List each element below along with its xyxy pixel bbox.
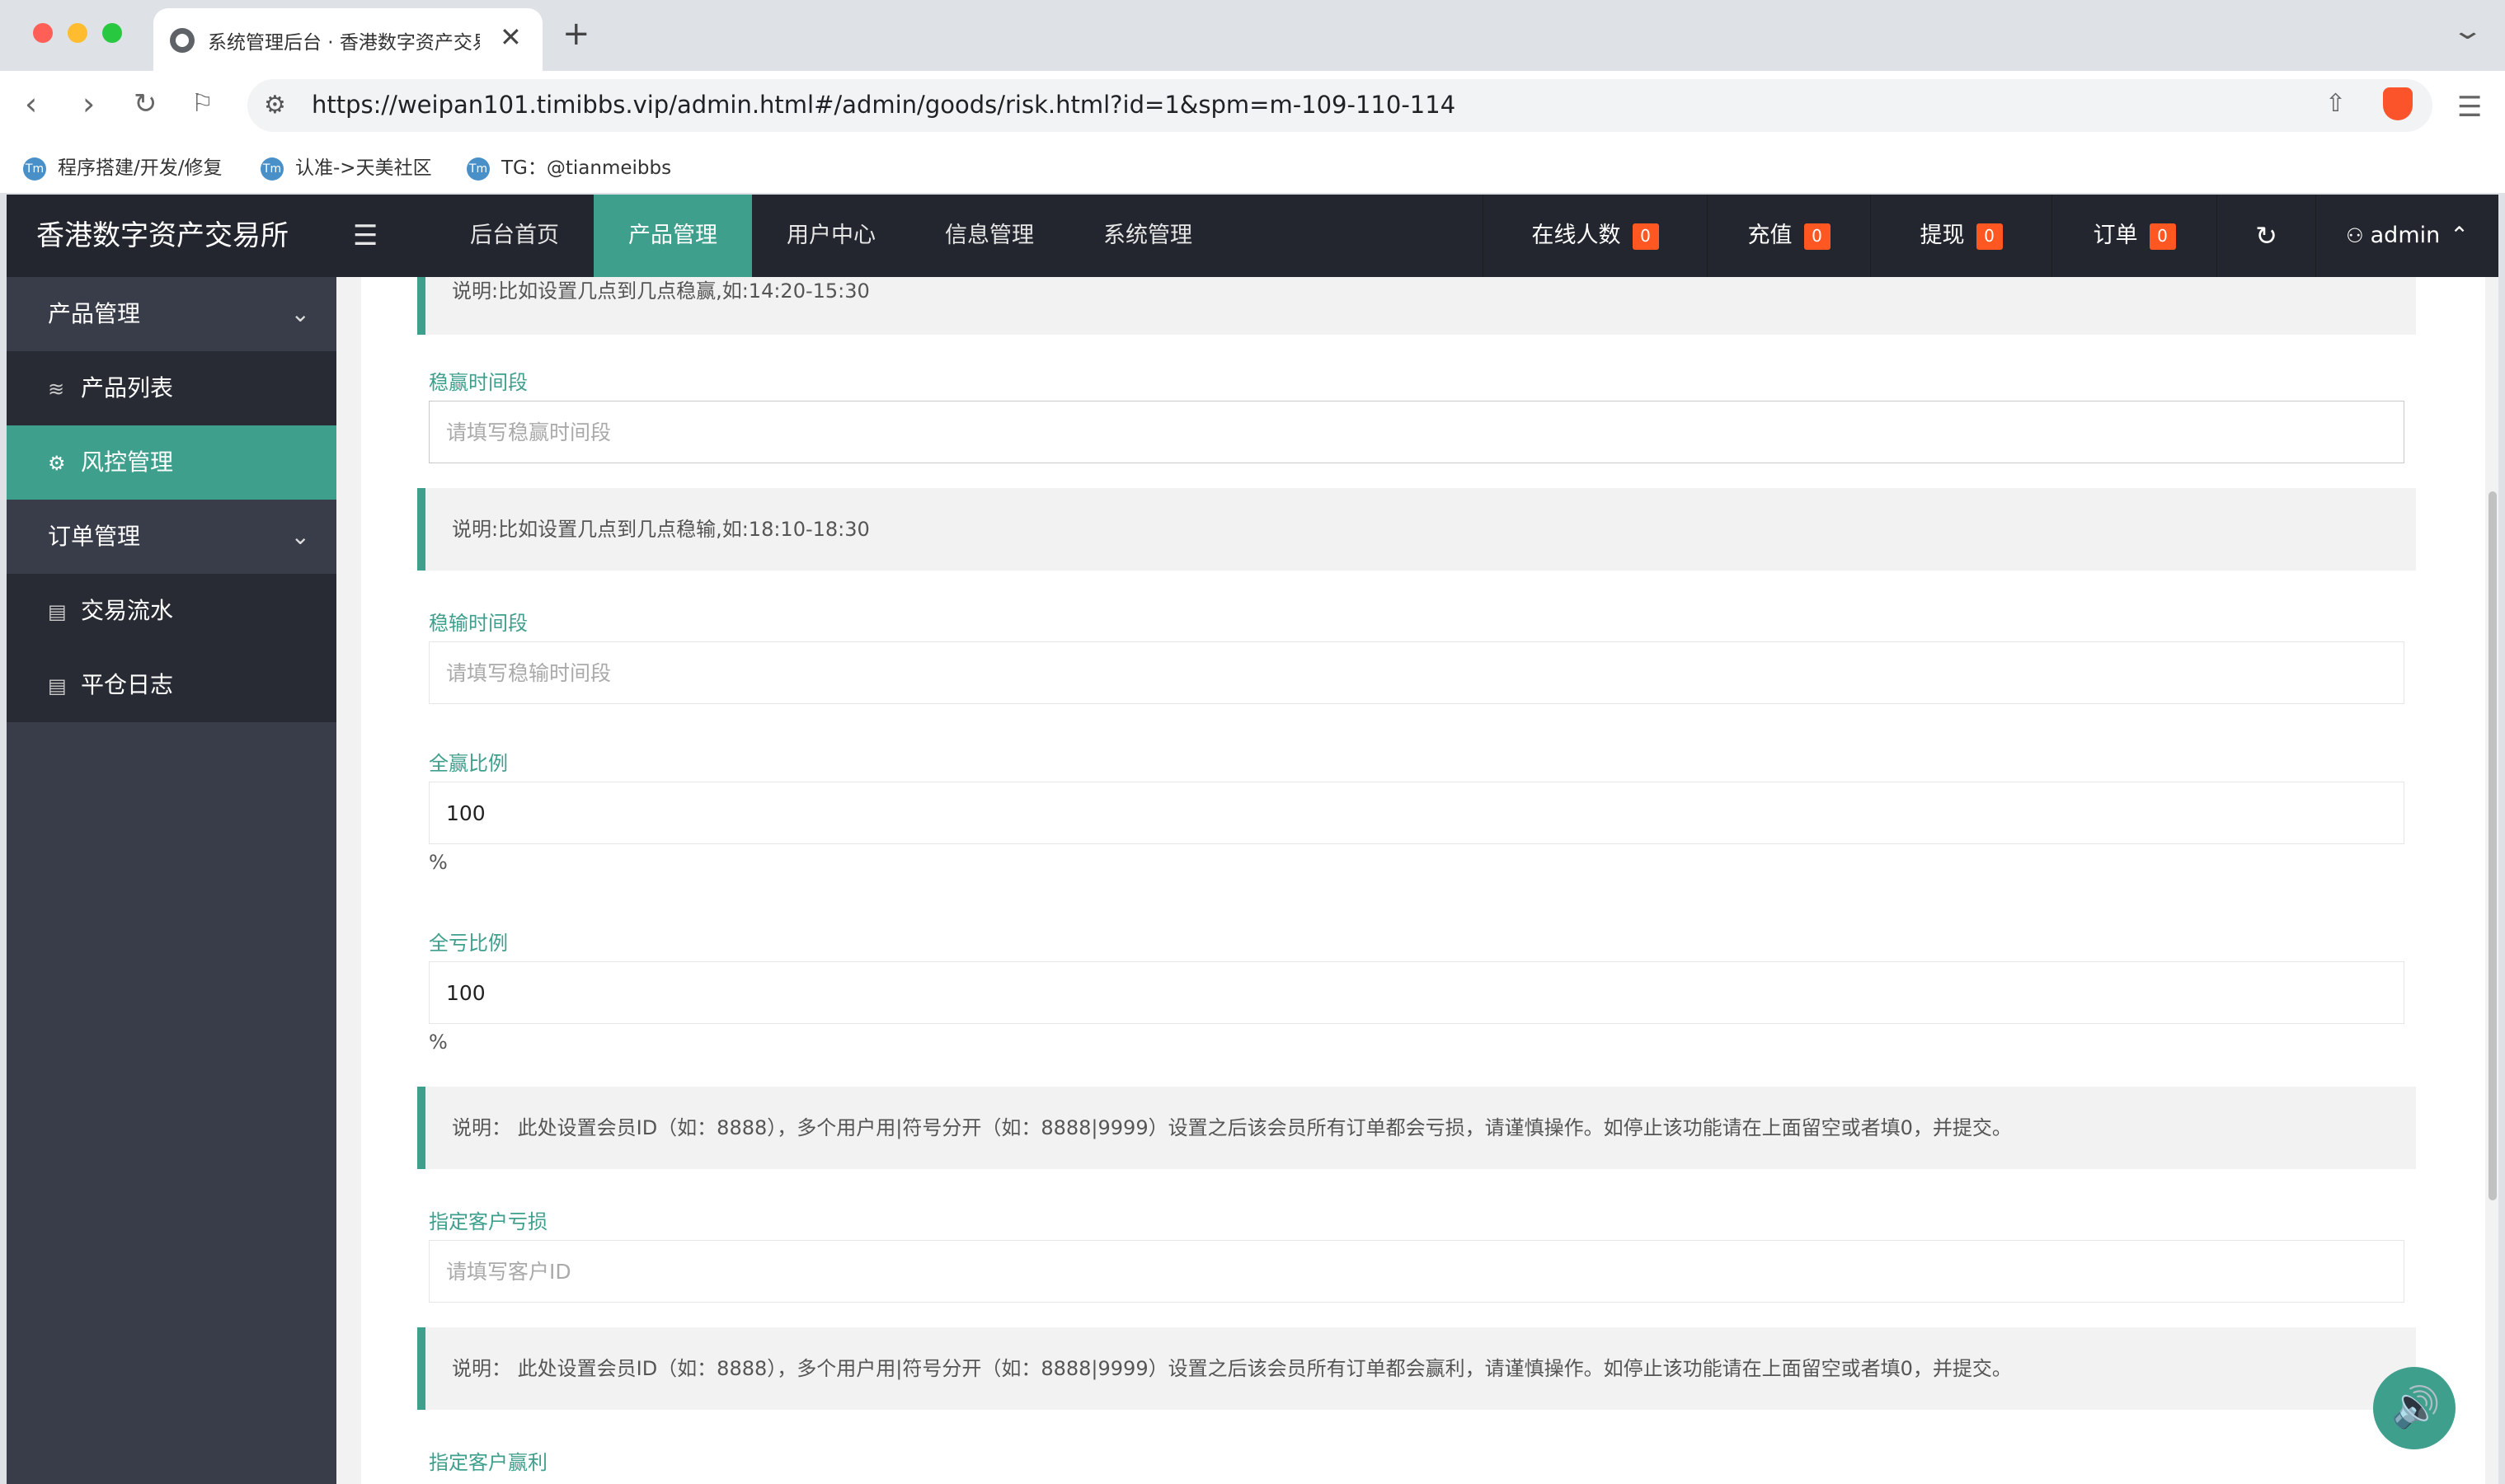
sidebar-group-label: 产品管理 bbox=[48, 300, 141, 327]
count-badge: 0 bbox=[2149, 223, 2176, 250]
sidebar-item-risk-control[interactable]: ⚙ 风控管理 bbox=[7, 425, 336, 500]
sidebar-item-label: 交易流水 bbox=[81, 597, 174, 624]
sidebar: 产品管理 ⌄ ≋ 产品列表 ⚙ 风控管理 订单管理 ⌄ ▤ 交易流水 ▤ 平仓日志 bbox=[7, 277, 336, 1484]
sidebar-group-product[interactable]: 产品管理 ⌄ bbox=[7, 277, 336, 351]
win-user-label: 指定客户赢利 bbox=[429, 1451, 548, 1474]
share-icon[interactable]: ⇧ bbox=[2325, 89, 2346, 118]
count-badge: 0 bbox=[1632, 223, 1659, 250]
sidebar-group-label: 订单管理 bbox=[48, 523, 141, 550]
refresh-icon: ↻ bbox=[2255, 220, 2277, 251]
site-settings-icon[interactable]: ⚙ bbox=[264, 91, 286, 120]
nav-item-info[interactable]: 信息管理 bbox=[910, 195, 1069, 277]
all-lose-label: 全亏比例 bbox=[429, 932, 508, 955]
brand-logo[interactable]: 香港数字资产交易所 bbox=[7, 195, 336, 277]
new-tab-button[interactable]: + bbox=[562, 15, 590, 53]
risk-form-card: 说明:比如设置几点到几点稳赢,如:14:20-15:30 稳赢时间段 说明:比如… bbox=[361, 277, 2485, 1484]
sidebar-item-close-log[interactable]: ▤ 平仓日志 bbox=[7, 648, 336, 722]
chevron-down-icon: ⌄ bbox=[290, 523, 310, 550]
user-icon: ⚇ bbox=[2346, 224, 2364, 247]
layers-icon: ≋ bbox=[48, 378, 65, 401]
browser-tab-bar: 系统管理后台 · 香港数字资产交易所 ✕ + ⌄ bbox=[0, 0, 2505, 71]
sidebar-group-orders[interactable]: 订单管理 ⌄ bbox=[7, 500, 336, 574]
sidebar-item-label: 风控管理 bbox=[81, 448, 174, 476]
window-close-button[interactable] bbox=[33, 23, 53, 43]
sidebar-item-product-list[interactable]: ≋ 产品列表 bbox=[7, 351, 336, 425]
all-win-input[interactable] bbox=[429, 782, 2404, 844]
document-icon: ▤ bbox=[48, 600, 67, 623]
globe-icon bbox=[170, 28, 195, 53]
tip-lose-user: 说明： 此处设置会员ID（如：8888），多个用户用|符号分开（如：8888|9… bbox=[417, 1087, 2416, 1169]
back-arrow-icon[interactable]: ‹ bbox=[25, 86, 37, 122]
bookmark-item[interactable]: Tm 程序搭建/开发/修复 bbox=[23, 152, 223, 181]
tab-title: 系统管理后台 · 香港数字资产交易所 bbox=[208, 32, 480, 54]
withdraw-stat[interactable]: 提现 0 bbox=[1870, 195, 2051, 277]
tip-win-time: 说明:比如设置几点到几点稳赢,如:14:20-15:30 bbox=[417, 277, 2416, 335]
count-badge: 0 bbox=[1976, 223, 2003, 250]
win-time-label: 稳赢时间段 bbox=[429, 371, 528, 394]
bookmark-icon[interactable]: ⚐ bbox=[191, 89, 214, 118]
document-icon: ▤ bbox=[48, 674, 67, 697]
gear-icon: ⚙ bbox=[48, 452, 66, 475]
main-content: 说明:比如设置几点到几点稳赢,如:14:20-15:30 稳赢时间段 说明:比如… bbox=[336, 277, 2498, 1484]
forward-arrow-icon[interactable]: › bbox=[82, 86, 95, 122]
browser-menu-icon[interactable]: ☰ bbox=[2457, 91, 2482, 124]
tip-win-user: 说明： 此处设置会员ID（如：8888），多个用户用|符号分开（如：8888|9… bbox=[417, 1327, 2416, 1410]
lose-time-label: 稳输时间段 bbox=[429, 612, 528, 635]
bookmark-item[interactable]: Tm TG：@tianmeibbs bbox=[467, 152, 671, 181]
tab-list-chevron-icon[interactable]: ⌄ bbox=[2451, 16, 2484, 45]
orders-stat[interactable]: 订单 0 bbox=[2051, 195, 2216, 277]
nav-item-product[interactable]: 产品管理 bbox=[594, 195, 752, 277]
menu-toggle-icon[interactable]: ☰ bbox=[353, 219, 378, 252]
stat-label: 订单 bbox=[2093, 223, 2138, 248]
nav-item-users[interactable]: 用户中心 bbox=[752, 195, 910, 277]
all-lose-unit: % bbox=[429, 1031, 448, 1054]
browser-toolbar: ‹ › ↻ ⚐ ⚙ https://weipan101.timibbs.vip/… bbox=[0, 71, 2505, 142]
window-zoom-button[interactable] bbox=[102, 23, 122, 43]
chevron-up-icon: ⌃ bbox=[2450, 223, 2469, 248]
nav-item-home[interactable]: 后台首页 bbox=[435, 195, 594, 277]
lose-time-input[interactable] bbox=[429, 641, 2404, 704]
brave-shield-icon[interactable] bbox=[2383, 87, 2413, 120]
top-navigation: 香港数字资产交易所 ☰ 后台首页 产品管理 用户中心 信息管理 系统管理 在线人… bbox=[7, 195, 2498, 277]
reload-icon[interactable]: ↻ bbox=[134, 87, 157, 120]
site-favicon-icon: Tm bbox=[467, 157, 490, 181]
window-minimize-button[interactable] bbox=[68, 23, 87, 43]
nav-item-system[interactable]: 系统管理 bbox=[1069, 195, 1227, 277]
chevron-down-icon: ⌄ bbox=[290, 300, 310, 327]
all-win-label: 全赢比例 bbox=[429, 752, 508, 775]
stat-label: 在线人数 bbox=[1531, 223, 1621, 248]
url-text[interactable]: https://weipan101.timibbs.vip/admin.html… bbox=[312, 91, 1455, 119]
lose-user-label: 指定客户亏损 bbox=[429, 1210, 548, 1233]
page-scrollbar[interactable] bbox=[2489, 491, 2497, 1200]
win-time-input[interactable] bbox=[429, 401, 2404, 463]
bookmarks-bar: Tm 程序搭建/开发/修复 Tm 认准->天美社区 Tm TG：@tianmeibbs bbox=[0, 142, 2505, 193]
audio-float-button[interactable]: 🔊 bbox=[2373, 1367, 2456, 1449]
count-badge: 0 bbox=[1803, 223, 1831, 250]
lose-user-input[interactable] bbox=[429, 1240, 2404, 1303]
username: admin bbox=[2370, 223, 2441, 248]
all-lose-input[interactable] bbox=[429, 961, 2404, 1024]
site-favicon-icon: Tm bbox=[261, 157, 284, 181]
user-menu[interactable]: ⚇ admin ⌃ bbox=[2315, 195, 2498, 277]
recharge-stat[interactable]: 充值 0 bbox=[1707, 195, 1870, 277]
all-win-unit: % bbox=[429, 851, 448, 874]
sidebar-item-label: 平仓日志 bbox=[81, 671, 174, 698]
site-favicon-icon: Tm bbox=[23, 157, 46, 181]
stat-label: 提现 bbox=[1920, 223, 1965, 248]
bookmark-item[interactable]: Tm 认准->天美社区 bbox=[261, 152, 432, 181]
online-users-stat[interactable]: 在线人数 0 bbox=[1483, 195, 1707, 277]
address-bar[interactable]: ⚙ https://weipan101.timibbs.vip/admin.ht… bbox=[247, 79, 2432, 132]
speaker-icon: 🔊 bbox=[2391, 1384, 2441, 1430]
browser-tab-active[interactable]: 系统管理后台 · 香港数字资产交易所 ✕ bbox=[153, 8, 543, 71]
stat-label: 充值 bbox=[1747, 223, 1793, 248]
tab-close-icon[interactable]: ✕ bbox=[500, 21, 522, 53]
admin-app: 香港数字资产交易所 ☰ 后台首页 产品管理 用户中心 信息管理 系统管理 在线人… bbox=[7, 195, 2498, 1484]
refresh-button[interactable]: ↻ bbox=[2216, 195, 2315, 277]
sidebar-item-transactions[interactable]: ▤ 交易流水 bbox=[7, 574, 336, 648]
sidebar-item-label: 产品列表 bbox=[81, 374, 174, 402]
tip-lose-time: 说明:比如设置几点到几点稳输,如:18:10-18:30 bbox=[417, 488, 2416, 571]
